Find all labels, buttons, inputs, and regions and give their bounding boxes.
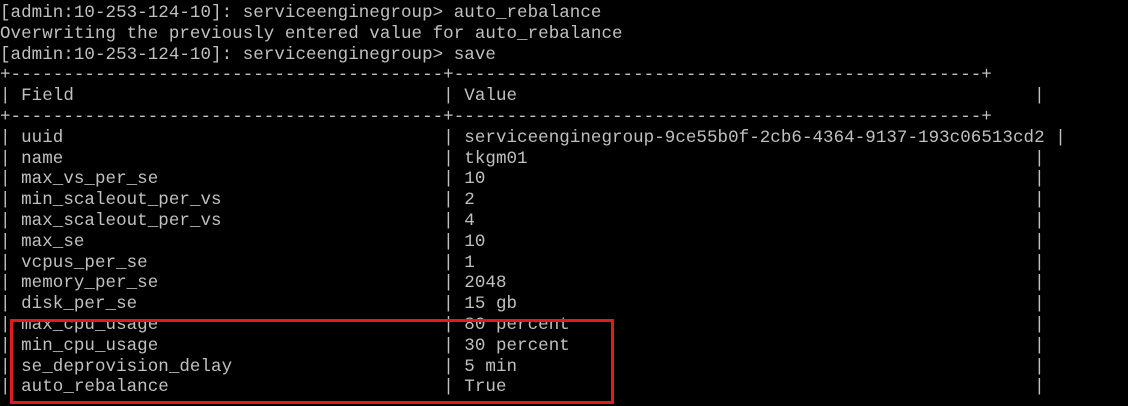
value-cell: 30 percent xyxy=(464,335,570,356)
value-cell: True xyxy=(464,377,507,398)
table-separator: | xyxy=(474,210,1045,231)
table-separator: | xyxy=(527,148,1045,169)
table-separator: | xyxy=(137,294,465,315)
field-cell: min_cpu_usage xyxy=(21,335,159,356)
table-row: | disk_per_se | 15 gb | xyxy=(0,294,1128,315)
table-separator: | xyxy=(63,148,465,169)
table-separator: | xyxy=(158,273,465,294)
table-separator: | xyxy=(0,148,22,169)
table-separator: | xyxy=(1044,127,1066,148)
value-cell: serviceenginegroup-9ce55b0f-2cb6-4364-91… xyxy=(464,127,1045,148)
shell-prompt: [admin:10-253-124-10]: serviceenginegrou… xyxy=(0,3,454,23)
value-cell: 4 xyxy=(464,210,475,231)
field-cell: disk_per_se xyxy=(21,294,138,315)
table-separator: | xyxy=(474,190,1045,211)
table-row: | name | tkgm01 | xyxy=(0,149,1128,170)
table-row: | min_scaleout_per_vs | 2 | xyxy=(0,190,1128,211)
command-text: auto_rebalance xyxy=(453,3,602,23)
value-cell: 10 xyxy=(464,231,486,252)
table-separator: | xyxy=(221,190,465,211)
value-cell: tkgm01 xyxy=(464,148,528,169)
field-cell: Field xyxy=(21,86,74,107)
value-cell: 5 min xyxy=(464,356,518,377)
table-separator: | xyxy=(84,231,465,252)
table-separator: | xyxy=(147,252,465,273)
terminal-window[interactable]: [admin:10-253-124-10]: serviceenginegrou… xyxy=(0,0,1128,406)
table-separator: | xyxy=(73,86,465,107)
value-cell: 10 xyxy=(464,169,486,190)
table-separator: | xyxy=(474,252,1045,273)
table-separator: | xyxy=(0,335,22,356)
table-separator: | xyxy=(0,231,22,252)
output-message: Overwriting the previously entered value… xyxy=(0,23,623,44)
table-header: | Field | Value | xyxy=(0,86,1128,107)
table-row: | max_vs_per_se | 10 | xyxy=(0,169,1128,190)
field-cell: max_scaleout_per_vs xyxy=(21,210,222,231)
table-separator: | xyxy=(0,210,22,231)
table-separator: | xyxy=(0,356,22,377)
table-separator: | xyxy=(569,314,1045,335)
table-separator: | xyxy=(158,314,465,335)
table-separator: | xyxy=(158,335,465,356)
terminal-output: [admin:10-253-124-10]: serviceenginegrou… xyxy=(0,3,1128,398)
table-separator: | xyxy=(0,190,22,211)
table-separator: | xyxy=(506,273,1045,294)
table-border: +---------------------------------------… xyxy=(0,65,992,86)
table-row: | min_cpu_usage | 30 percent | xyxy=(0,336,1128,357)
table-separator: | xyxy=(0,314,22,335)
table-separator: | xyxy=(569,335,1045,356)
command-line: [admin:10-253-124-10]: serviceenginegrou… xyxy=(0,45,1128,66)
table-row: | uuid | serviceenginegroup-9ce55b0f-2cb… xyxy=(0,128,1128,149)
table-separator: | xyxy=(0,169,22,190)
table-separator: | xyxy=(221,210,465,231)
field-cell: name xyxy=(21,148,64,169)
table-row: | max_scaleout_per_vs | 4 | xyxy=(0,211,1128,232)
field-cell: min_scaleout_per_vs xyxy=(21,190,222,211)
value-cell: 80 percent xyxy=(464,314,570,335)
value-cell: 15 gb xyxy=(464,294,518,315)
table-separator: | xyxy=(0,294,22,315)
value-cell: Value xyxy=(464,86,518,107)
table-row: | se_deprovision_delay | 5 min | xyxy=(0,357,1128,378)
table-row: | max_cpu_usage | 80 percent | xyxy=(0,315,1128,336)
field-cell: se_deprovision_delay xyxy=(21,356,233,377)
field-cell: auto_rebalance xyxy=(21,377,169,398)
table-separator: | xyxy=(517,294,1045,315)
table-separator: | xyxy=(168,377,465,398)
command-text: save xyxy=(453,44,496,65)
field-cell: max_vs_per_se xyxy=(21,169,159,190)
field-cell: max_cpu_usage xyxy=(21,314,159,335)
table-border: +---------------------------------------… xyxy=(0,106,992,127)
value-cell: 1 xyxy=(464,252,475,273)
table-separator: | xyxy=(485,169,1045,190)
table-separator: | xyxy=(506,377,1045,398)
table-row: | vcpus_per_se | 1 | xyxy=(0,253,1128,274)
table-row: | memory_per_se | 2048 | xyxy=(0,273,1128,294)
table-row: | auto_rebalance | True | xyxy=(0,377,1128,398)
table-separator: | xyxy=(0,86,22,107)
shell-prompt: [admin:10-253-124-10]: serviceenginegrou… xyxy=(0,44,454,65)
table-separator: | xyxy=(232,356,465,377)
command-line: [admin:10-253-124-10]: serviceenginegrou… xyxy=(0,3,1128,24)
table-separator: | xyxy=(517,86,1045,107)
field-cell: max_se xyxy=(21,231,85,252)
value-cell: 2 xyxy=(464,190,475,211)
table-separator: | xyxy=(0,273,22,294)
table-separator: | xyxy=(0,127,22,148)
value-cell: 2048 xyxy=(464,273,507,294)
table-separator: | xyxy=(158,169,465,190)
table-separator: | xyxy=(63,127,465,148)
table-separator: | xyxy=(517,356,1045,377)
field-cell: uuid xyxy=(21,127,64,148)
table-row: | max_se | 10 | xyxy=(0,232,1128,253)
table-separator: | xyxy=(0,377,22,398)
table-separator: | xyxy=(485,231,1045,252)
field-cell: vcpus_per_se xyxy=(21,252,148,273)
table-separator: | xyxy=(0,252,22,273)
field-cell: memory_per_se xyxy=(21,273,159,294)
